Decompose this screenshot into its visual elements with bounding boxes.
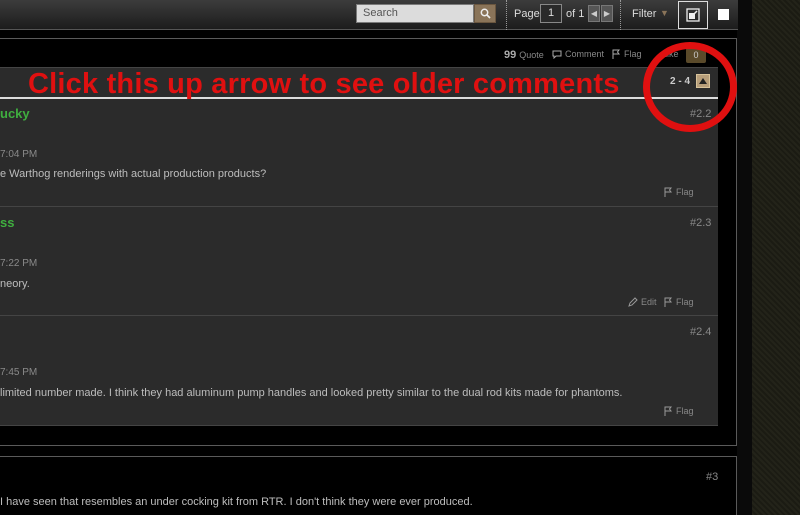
flag-icon <box>664 406 672 416</box>
popout-icon <box>686 8 700 22</box>
comment-author[interactable]: ucky <box>0 106 30 121</box>
flag-icon <box>612 49 620 59</box>
flag-icon <box>664 297 672 307</box>
annotation-text: Click this up arrow to see older comment… <box>28 68 620 100</box>
chevron-down-icon[interactable]: ▼ <box>660 8 669 18</box>
next-page-button[interactable]: ▶ <box>601 5 613 22</box>
comment-time: 7:45 PM <box>0 367 38 378</box>
chevron-right-icon: ▶ <box>603 9 611 18</box>
page-count: of 1 <box>566 8 585 20</box>
comment-text: e Warthog renderings with actual product… <box>0 168 267 180</box>
page-label: Page <box>514 8 540 20</box>
page-background-texture <box>752 0 800 515</box>
toolbar-divider <box>506 0 507 30</box>
comment-number[interactable]: #2.3 <box>690 217 711 229</box>
comment-label: Comment <box>565 49 605 59</box>
toolbar-divider <box>620 0 621 30</box>
post-text: I have seen that resembles an under cock… <box>0 496 473 508</box>
page-gutter <box>737 0 752 515</box>
search-icon <box>480 8 491 19</box>
flag-label: Flag <box>676 297 694 307</box>
flag-button[interactable]: Flag <box>664 406 694 416</box>
comment-text: limited number made. I think they had al… <box>0 387 623 399</box>
prev-page-button[interactable]: ◀ <box>588 5 600 22</box>
comment-icon <box>552 50 562 59</box>
post-number[interactable]: #3 <box>706 471 718 483</box>
search-input[interactable]: Search <box>356 4 474 23</box>
quote-action[interactable]: 99 Quote <box>504 49 544 61</box>
comment-item <box>0 207 718 316</box>
quote-icon: 99 <box>504 49 517 61</box>
filter-button[interactable]: Filter <box>632 8 656 20</box>
page-number-input[interactable]: 1 <box>540 4 562 23</box>
edit-button[interactable]: Edit <box>628 297 657 307</box>
search-button[interactable] <box>474 4 496 23</box>
quote-label: Quote <box>519 50 544 60</box>
pencil-icon <box>628 297 638 307</box>
flag-label: Flag <box>676 187 694 197</box>
comment-number[interactable]: #2.4 <box>690 326 711 338</box>
popout-button[interactable] <box>678 1 708 29</box>
flag-button[interactable]: Flag <box>664 187 694 197</box>
comment-item <box>0 316 718 426</box>
comment-text: neory. <box>0 278 30 290</box>
comment-author[interactable]: ss <box>0 215 14 230</box>
comment-action[interactable]: Comment <box>552 49 604 59</box>
comment-time: 7:04 PM <box>0 149 38 160</box>
comment-item <box>0 99 718 207</box>
flag-action[interactable]: Flag <box>612 49 642 59</box>
chevron-left-icon: ◀ <box>590 9 598 18</box>
flag-icon <box>664 187 672 197</box>
edit-label: Edit <box>641 297 657 307</box>
flag-label: Flag <box>624 49 642 59</box>
comment-time: 7:22 PM <box>0 258 38 269</box>
annotation-circle <box>643 42 737 132</box>
toggle-checkbox[interactable] <box>718 9 729 20</box>
flag-button[interactable]: Flag <box>664 297 694 307</box>
flag-label: Flag <box>676 406 694 416</box>
